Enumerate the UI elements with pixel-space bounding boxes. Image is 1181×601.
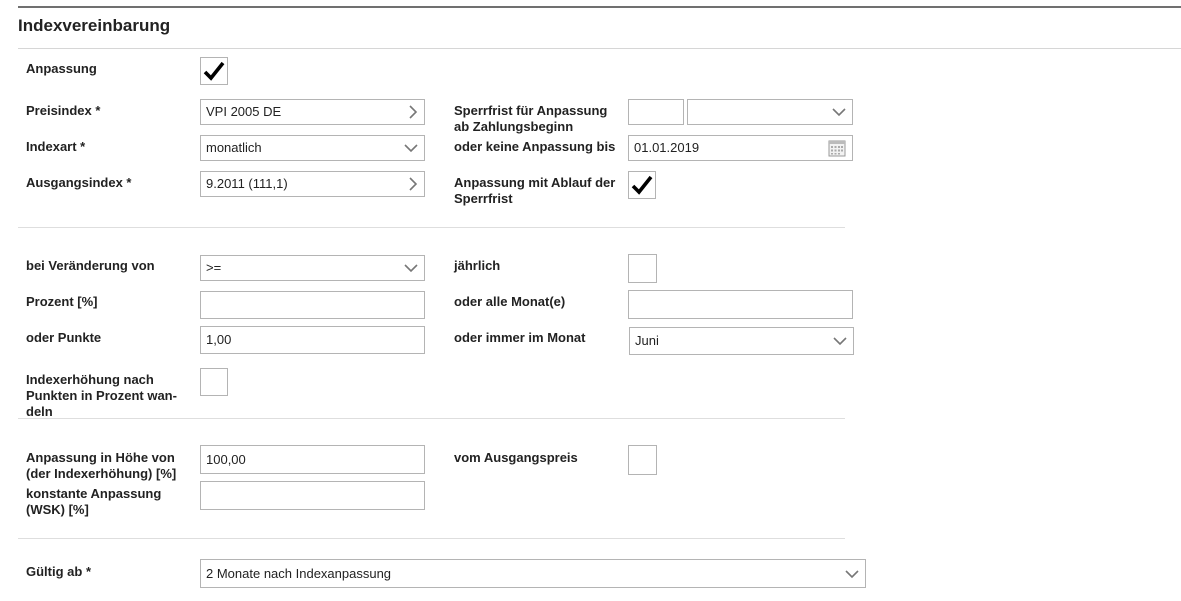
section-divider: [18, 538, 845, 539]
header-top-rule: [18, 6, 1181, 8]
ablauf-sperrfrist-checkbox[interactable]: [628, 171, 656, 199]
chevron-down-icon: [845, 560, 859, 587]
indexart-select[interactable]: monatlich: [200, 135, 425, 161]
preisindex-field[interactable]: VPI 2005 DE: [200, 99, 425, 125]
punkte-value: 1,00: [206, 332, 232, 347]
wsk-label: konstante Anpassung (WSK) [%]: [26, 486, 161, 518]
ausgangsindex-value: 9.2011 (111,1): [206, 176, 288, 191]
jaehrlich-label: jährlich: [454, 258, 501, 273]
sperrfrist-unit-select[interactable]: [687, 99, 853, 125]
ablauf-label-line1: Anpassung mit Ablauf der: [454, 175, 616, 190]
chevron-down-icon: [404, 136, 418, 160]
section-title: Indexvereinbarung: [18, 16, 171, 35]
calendar-icon[interactable]: [828, 136, 846, 160]
section-divider: [18, 418, 845, 419]
jaehrlich-checkbox[interactable]: [628, 254, 657, 283]
keine-anpassung-value: 01.01.2019: [634, 140, 700, 155]
monate-label: oder alle Monat(e): [454, 294, 566, 309]
sperrfrist-label-line2: ab Zahlungsbeginn: [454, 119, 574, 134]
chevron-right-icon: [408, 100, 418, 124]
sperrfrist-number-input[interactable]: [628, 99, 684, 125]
monat-select[interactable]: Juni: [629, 327, 854, 355]
anpassung-checkbox[interactable]: [200, 57, 228, 85]
veraenderung-select[interactable]: >=: [200, 255, 425, 281]
chevron-right-icon: [408, 172, 418, 196]
keine-anpassung-label: oder keine Anpassung bis: [454, 139, 616, 154]
preisindex-label: Preisindex *: [26, 103, 101, 118]
wsk-label-line1: konstante Anpassung: [26, 486, 162, 501]
gueltig-select[interactable]: 2 Monate nach Indexanpassung: [200, 559, 866, 588]
checkmark-icon: [203, 61, 225, 81]
veraenderung-label: bei Veränderung von: [26, 258, 155, 273]
ablauf-sperrfrist-label: Anpassung mit Ablauf der Sperrfrist: [454, 175, 615, 207]
monat-label: oder immer im Monat: [454, 330, 586, 345]
punkte-input[interactable]: 1,00: [200, 326, 425, 354]
gueltig-label: Gültig ab *: [26, 564, 91, 579]
title-divider: [18, 48, 1181, 49]
chevron-down-icon: [404, 256, 418, 280]
wsk-input[interactable]: [200, 481, 425, 510]
ausgangsindex-field[interactable]: 9.2011 (111,1): [200, 171, 425, 197]
anpassung-label: Anpassung: [26, 61, 97, 76]
punkte-label: oder Punkte: [26, 330, 102, 345]
prozent-label: Prozent [%]: [26, 294, 98, 309]
gueltig-value: 2 Monate nach Indexanpassung: [206, 566, 392, 581]
hoehe-label-line1: Anpassung in Höhe von: [26, 450, 175, 465]
hoehe-label-line2: (der Indexerhöhung) [%]: [26, 466, 177, 481]
chevron-down-icon: [833, 328, 847, 354]
prozent-input[interactable]: [200, 291, 425, 319]
wandeln-checkbox[interactable]: [200, 368, 228, 396]
section-divider: [18, 227, 845, 228]
wandeln-label: Indexerhöhung nach Punkten in Prozent wa…: [26, 372, 177, 420]
wandeln-label-line2: Punkten in Prozent wan-: [26, 388, 177, 403]
indexart-value: monatlich: [206, 140, 262, 155]
ausgangsindex-label: Ausgangsindex *: [26, 175, 132, 190]
veraenderung-value: >=: [206, 260, 222, 275]
sperrfrist-label-line1: Sperrfrist für Anpassung: [454, 103, 608, 118]
ablauf-label-line2: Sperrfrist: [454, 191, 513, 206]
ausgangspreis-label: vom Ausgangspreis: [454, 450, 578, 465]
hoehe-value: 100,00: [206, 452, 246, 467]
wsk-label-line2: (WSK) [%]: [26, 502, 89, 517]
monat-value: Juni: [635, 333, 659, 348]
keine-anpassung-date-input[interactable]: 01.01.2019: [628, 135, 853, 161]
preisindex-value: VPI 2005 DE: [206, 104, 282, 119]
indexart-label: Indexart *: [26, 139, 86, 154]
wandeln-label-line1: Indexerhöhung nach: [26, 372, 154, 387]
ausgangspreis-checkbox[interactable]: [628, 445, 657, 475]
sperrfrist-label: Sperrfrist für Anpassung ab Zahlungsbegi…: [454, 103, 607, 135]
hoehe-label: Anpassung in Höhe von (der Indexerhöhung…: [26, 450, 176, 482]
monate-input[interactable]: [628, 290, 853, 319]
hoehe-input[interactable]: 100,00: [200, 445, 425, 474]
checkmark-icon: [631, 175, 653, 195]
chevron-down-icon: [832, 100, 846, 124]
